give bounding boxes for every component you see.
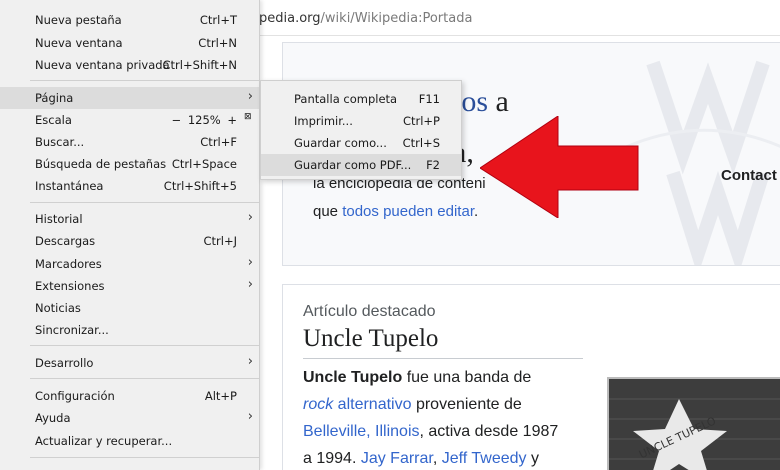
featured-text-line: rock alternativo proveniente de <box>303 396 522 413</box>
menu-item-downloads[interactable]: Descargas Ctrl+J <box>0 230 259 252</box>
featured-article-panel: Artículo destacado Uncle Tupelo Uncle Tu… <box>282 284 780 470</box>
chevron-right-icon: › <box>247 409 253 424</box>
todos-pueden-editar-link[interactable]: todos pueden editar <box>342 203 474 220</box>
menu-separator <box>30 345 259 346</box>
menu-item-settings[interactable]: Configuración Alt+P <box>0 385 259 407</box>
submenu-item-print[interactable]: Imprimir... Ctrl+P <box>261 110 461 132</box>
submenu-item-fullscreen[interactable]: Pantalla completa F11 <box>261 88 461 110</box>
menu-item-new-private-window[interactable]: Nueva ventana privada Ctrl+Shift+N <box>0 54 259 76</box>
chevron-right-icon: › <box>247 255 253 270</box>
article-subject-bold: Uncle Tupelo <box>303 369 403 386</box>
zoom-level: 125% <box>187 113 221 127</box>
star-graffiti-image: UNCLE TUPELO <box>609 379 780 470</box>
menu-item-developer[interactable]: Desarrollo › <box>0 352 259 374</box>
menu-item-find[interactable]: Buscar... Ctrl+F <box>0 131 259 153</box>
contact-heading: Contact <box>721 167 777 184</box>
menu-item-extensions[interactable]: Extensiones › <box>0 275 259 297</box>
featured-article-heading: Artículo destacado <box>303 303 436 320</box>
featured-text-line: a 1994. Jay Farrar, Jeff Tweedy y <box>303 450 539 467</box>
red-callout-arrow-icon <box>480 116 639 218</box>
title-divider <box>303 358 583 359</box>
menu-item-tab-search[interactable]: Búsqueda de pestañas Ctrl+Space <box>0 153 259 175</box>
featured-text-line: Uncle Tupelo fue una banda de <box>303 369 532 386</box>
menu-item-update-recover[interactable]: Actualizar y recuperar... <box>0 430 259 452</box>
menu-separator <box>30 80 259 81</box>
address-bar[interactable]: pedia.org/wiki/Wikipedia:Portada <box>255 0 780 36</box>
featured-article-image[interactable]: UNCLE TUPELO <box>607 377 780 470</box>
menu-item-sync[interactable]: Sincronizar... <box>0 319 259 341</box>
url-path: /wiki/Wikipedia:Portada <box>320 11 473 26</box>
submenu-item-save-as-pdf[interactable]: Guardar como PDF... F2 <box>261 154 461 176</box>
url-text[interactable]: pedia.org/wiki/Wikipedia:Portada <box>259 11 472 26</box>
page-submenu: Pantalla completa F11 Imprimir... Ctrl+P G… <box>260 80 462 180</box>
url-host: pedia.org <box>259 11 321 26</box>
belleville-link[interactable]: Belleville, Illinois <box>303 423 420 440</box>
zoom-out-button[interactable]: − <box>172 113 182 127</box>
menu-item-history[interactable]: Historial › <box>0 208 259 230</box>
chevron-right-icon: › <box>247 210 253 225</box>
menu-item-page[interactable]: Página › <box>0 87 259 109</box>
menu-item-new-tab[interactable]: Nueva pestaña Ctrl+T <box>0 9 259 31</box>
menu-item-help[interactable]: Ayuda › <box>0 407 259 429</box>
welcome-editable-line: que todos pueden editar. <box>313 203 479 220</box>
jeff-tweedy-link[interactable]: Jeff Tweedy <box>442 450 527 467</box>
browser-main-menu: Nueva pestaña Ctrl+T Nueva ventana Ctrl+N … <box>0 0 260 470</box>
menu-item-snapshot[interactable]: Instantánea Ctrl+Shift+5 <box>0 175 259 197</box>
featured-text-line: Belleville, Illinois, activa desde 1987 <box>303 423 559 440</box>
chevron-right-icon: › <box>247 354 253 369</box>
zoom-controls: − 125% + <box>172 113 237 127</box>
menu-separator <box>30 378 259 379</box>
menu-item-zoom: Escala − 125% + ⊠ <box>35 112 253 128</box>
fullscreen-zoom-icon[interactable]: ⊠ <box>244 113 253 122</box>
submenu-item-save-as[interactable]: Guardar como... Ctrl+S <box>261 132 461 154</box>
chevron-right-icon: › <box>247 277 253 292</box>
jay-farrar-link[interactable]: Jay Farrar <box>361 450 433 467</box>
menu-separator <box>30 202 259 203</box>
featured-article-title: Uncle Tupelo <box>303 325 439 352</box>
zoom-in-button[interactable]: + <box>227 113 237 127</box>
menu-item-news[interactable]: Noticias <box>0 297 259 319</box>
chevron-right-icon: › <box>247 89 253 104</box>
menu-item-bookmarks[interactable]: Marcadores › <box>0 253 259 275</box>
menu-separator <box>30 457 259 458</box>
menu-item-new-window[interactable]: Nueva ventana Ctrl+N <box>0 32 259 54</box>
rock-alternativo-link[interactable]: rock alternativo <box>303 396 412 413</box>
